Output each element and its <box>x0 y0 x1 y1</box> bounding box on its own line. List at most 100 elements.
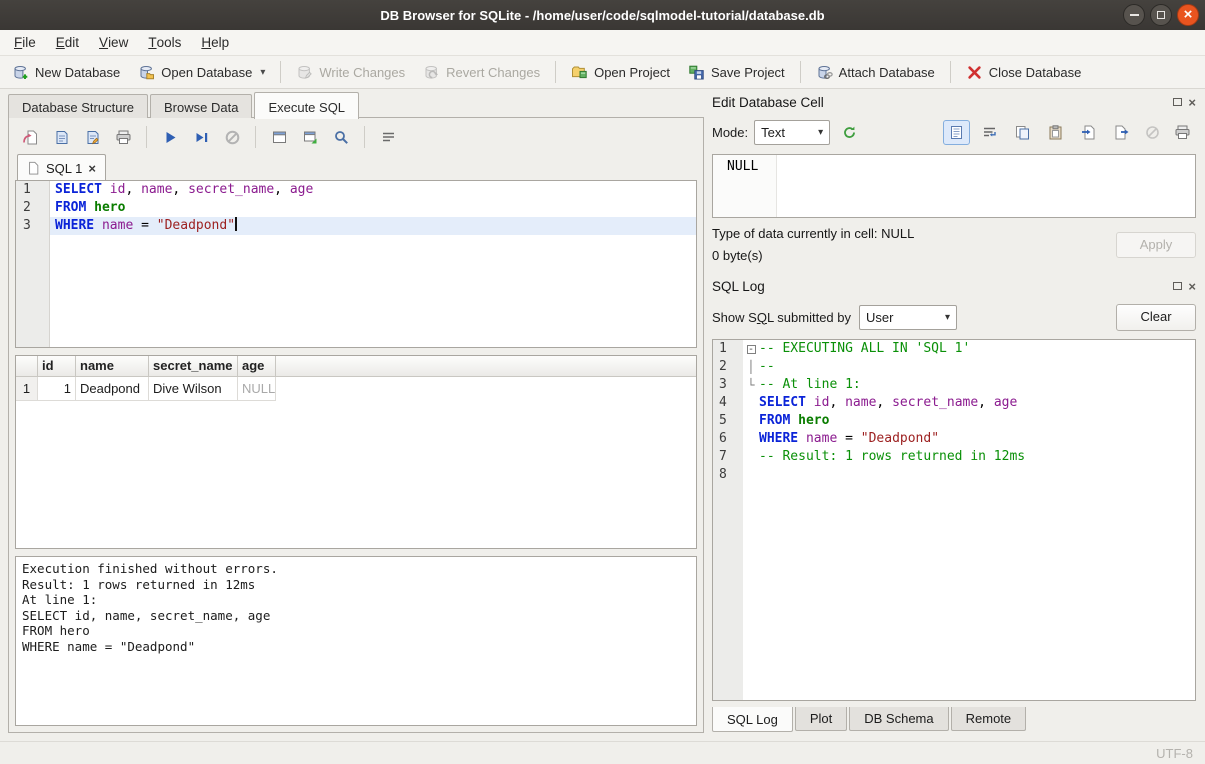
submitted-by-value: User <box>866 310 893 325</box>
mode-label: Mode: <box>712 125 748 140</box>
open-database-icon <box>138 64 155 81</box>
new-database-button[interactable]: New Database <box>4 60 128 85</box>
maximize-button[interactable] <box>1150 4 1172 26</box>
save-project-icon <box>688 64 705 81</box>
open-database-button[interactable]: Open Database ▾ <box>130 60 273 85</box>
column-header-id[interactable]: id <box>38 356 76 377</box>
copy-cell-button[interactable] <box>1009 120 1036 145</box>
sql-editor[interactable]: 1 SELECT id, name, secret_name, age 2 FR… <box>15 180 697 348</box>
open-database-dropdown-arrow[interactable]: ▾ <box>260 67 265 78</box>
mode-combobox[interactable]: Text ▾ <box>754 120 830 145</box>
sql-toolbar <box>15 123 697 153</box>
cell-info-row: Type of data currently in cell: NULL 0 b… <box>712 226 1196 263</box>
close-icon: × <box>1184 7 1193 22</box>
paste-icon <box>1047 124 1064 141</box>
toggle-word-wrap-button[interactable] <box>375 125 401 149</box>
close-dock-icon[interactable]: × <box>1188 96 1196 109</box>
toolbar-separator <box>555 61 556 83</box>
save-sql-file-as-icon <box>84 129 101 146</box>
find-replace-icon <box>333 129 350 146</box>
cell-secret-name[interactable]: Dive Wilson <box>149 377 238 401</box>
find-replace-button[interactable] <box>328 125 354 149</box>
menu-view[interactable]: View <box>89 30 138 55</box>
encoding-indicator: UTF-8 <box>1156 746 1193 761</box>
word-wrap-icon <box>380 129 397 146</box>
paste-cell-button[interactable] <box>1042 120 1069 145</box>
attach-database-button[interactable]: Attach Database <box>808 60 943 85</box>
sql-editor-line: 1 SELECT id, name, secret_name, age <box>16 181 696 199</box>
write-changes-icon <box>296 64 313 81</box>
close-database-button[interactable]: Close Database <box>958 60 1090 85</box>
open-project-button[interactable]: Open Project <box>563 60 678 85</box>
import-cell-data-button[interactable] <box>1075 120 1102 145</box>
cell-id[interactable]: 1 <box>38 377 76 401</box>
set-null-icon <box>1144 124 1161 141</box>
cell-editor[interactable]: NULL <box>712 154 1196 218</box>
cell-name[interactable]: Deadpond <box>76 377 149 401</box>
save-sql-file-button[interactable] <box>48 125 74 149</box>
execute-all-button[interactable] <box>157 125 183 149</box>
toolbar-separator <box>364 126 365 148</box>
edit-cell-title: Edit Database Cell <box>712 95 1173 110</box>
tab-database-structure[interactable]: Database Structure <box>8 94 148 118</box>
row-header[interactable]: 1 <box>16 377 38 401</box>
apply-format-button[interactable] <box>836 120 863 145</box>
sql-log-filter-row: Show SQL submitted by User ▾ Clear <box>712 300 1196 334</box>
sql-doc-tab[interactable]: SQL 1 × <box>17 154 106 181</box>
submitted-by-combobox[interactable]: User ▾ <box>859 305 957 330</box>
menu-edit[interactable]: Edit <box>46 30 89 55</box>
right-panel: Edit Database Cell × Mode: Text ▾ <box>707 89 1205 741</box>
main-tabbar: Database Structure Browse Data Execute S… <box>8 91 704 118</box>
toolbar-separator <box>146 126 147 148</box>
log-line: 1 - -- EXECUTING ALL IN 'SQL 1' <box>713 340 1195 358</box>
minimize-icon <box>1130 14 1139 16</box>
open-project-icon <box>571 64 588 81</box>
word-wrap-cell-button[interactable] <box>976 120 1003 145</box>
line-number: 2 <box>16 199 50 217</box>
cell-age-null[interactable]: NULL <box>238 377 276 401</box>
open-sql-file-icon <box>22 129 39 146</box>
open-tab-in-window-button[interactable] <box>297 125 323 149</box>
fold-collapse-icon[interactable]: - <box>747 345 756 354</box>
dock-tab-plot[interactable]: Plot <box>795 707 847 731</box>
dock-tab-db-schema[interactable]: DB Schema <box>849 707 948 731</box>
tab-execute-sql[interactable]: Execute SQL <box>254 92 359 119</box>
dock-tab-sql-log[interactable]: SQL Log <box>712 707 793 732</box>
filter-label: Show SQL submitted by <box>712 310 851 325</box>
print-cell-button[interactable] <box>1169 120 1196 145</box>
save-sql-file-as-button[interactable] <box>79 125 105 149</box>
tab-browse-data[interactable]: Browse Data <box>150 94 252 118</box>
close-window-button[interactable]: × <box>1177 4 1199 26</box>
main-area: Database Structure Browse Data Execute S… <box>0 89 1205 741</box>
print-sql-button[interactable] <box>110 125 136 149</box>
minimize-button[interactable] <box>1123 4 1145 26</box>
sql-log-view[interactable]: 1 - -- EXECUTING ALL IN 'SQL 1' 2 │ -- 3… <box>712 339 1196 701</box>
close-sql-tab-icon[interactable]: × <box>88 162 96 175</box>
editor-empty-area <box>16 235 696 347</box>
titlebar[interactable]: DB Browser for SQLite - /home/user/code/… <box>0 0 1205 30</box>
execute-current-line-button[interactable] <box>188 125 214 149</box>
dock-tab-remote[interactable]: Remote <box>951 707 1027 731</box>
menu-file[interactable]: File <box>4 30 46 55</box>
menu-help[interactable]: Help <box>191 30 239 55</box>
float-dock-icon[interactable] <box>1173 282 1182 290</box>
statusbar: UTF-8 <box>0 741 1205 764</box>
text-mode-button[interactable] <box>943 120 970 145</box>
menu-tools[interactable]: Tools <box>138 30 191 55</box>
save-project-button[interactable]: Save Project <box>680 60 793 85</box>
column-header-age[interactable]: age <box>238 356 276 377</box>
open-sql-file-button[interactable] <box>17 125 43 149</box>
open-new-tab-button[interactable] <box>266 125 292 149</box>
export-cell-data-button[interactable] <box>1108 120 1135 145</box>
column-header-name[interactable]: name <box>76 356 149 377</box>
sql-log-dock-header: SQL Log × <box>712 275 1196 297</box>
log-line: 8 <box>713 466 1195 484</box>
stop-button <box>219 125 245 149</box>
fold-line-icon: │ <box>743 358 759 376</box>
word-wrap-icon <box>981 124 998 141</box>
column-header-secret-name[interactable]: secret_name <box>149 356 238 377</box>
clear-log-button[interactable]: Clear <box>1116 304 1196 331</box>
float-dock-icon[interactable] <box>1173 98 1182 106</box>
cell-type-info: Type of data currently in cell: NULL <box>712 226 1116 241</box>
close-dock-icon[interactable]: × <box>1188 280 1196 293</box>
